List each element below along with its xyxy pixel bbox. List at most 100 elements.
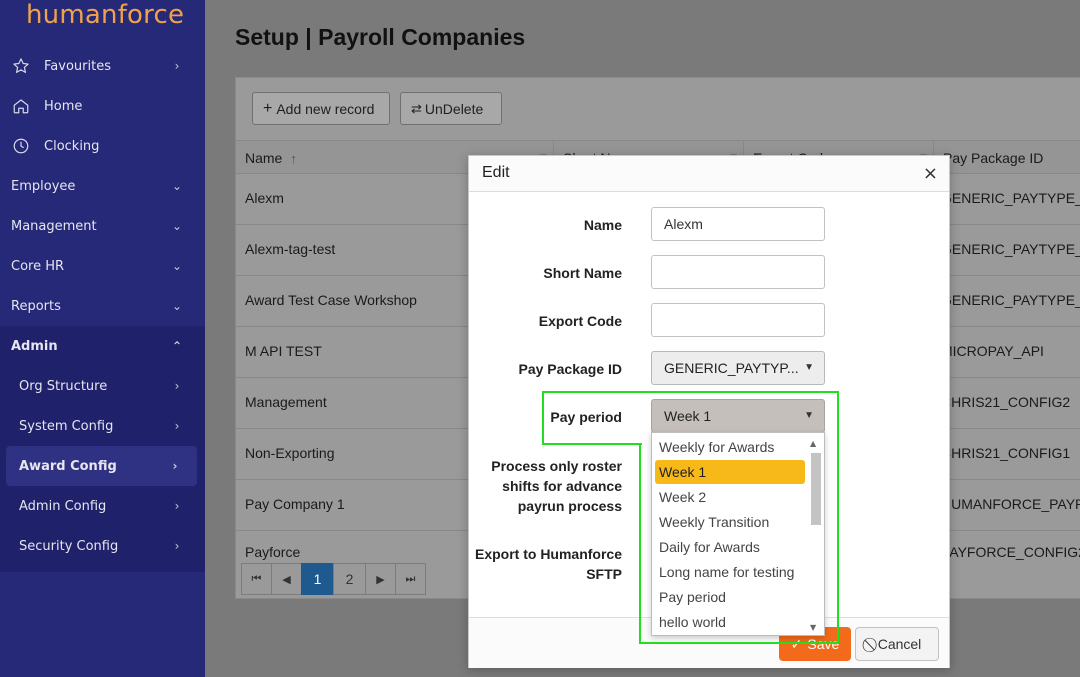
dialog-header: Edit ×	[469, 156, 949, 192]
cell-pay-package: GENERIC_PAYTYPE_D	[941, 190, 1080, 206]
sidebar-item-home[interactable]: Home	[0, 86, 205, 126]
sidebar-item-org-structure[interactable]: Org Structure ›	[0, 366, 205, 406]
sidebar-item-reports[interactable]: Reports ⌄	[0, 286, 205, 326]
chevron-right-icon: ›	[174, 499, 180, 513]
page-button-1[interactable]: 1	[301, 563, 334, 595]
first-page-button[interactable]: ⏮	[241, 563, 272, 595]
sidebar-item-label: Award Config	[19, 458, 117, 474]
pay-package-value: GENERIC_PAYTYP...	[664, 360, 799, 376]
short-name-field[interactable]	[651, 255, 825, 289]
process-roster-label-line: payrun process	[517, 498, 622, 514]
sidebar-item-label: Core HR	[11, 258, 65, 274]
home-icon	[10, 95, 32, 117]
sidebar-item-label: Home	[44, 98, 83, 114]
sidebar-item-label: Management	[11, 218, 97, 234]
prev-page-button[interactable]: ◀	[271, 563, 302, 595]
sidebar-item-clocking[interactable]: Clocking	[0, 126, 205, 166]
export-code-label: Export Code	[538, 313, 622, 329]
sidebar-item-system-config[interactable]: System Config ›	[0, 406, 205, 446]
chevron-up-icon: ⌃	[171, 339, 183, 353]
next-page-button[interactable]: ▶	[365, 563, 396, 595]
chevron-down-icon: ⌄	[171, 299, 183, 313]
column-label: Name	[245, 150, 283, 166]
last-page-button[interactable]: ⏭	[395, 563, 426, 595]
add-label: Add new record	[276, 100, 375, 117]
star-icon	[10, 55, 32, 77]
sidebar-item-label: Employee	[11, 178, 76, 194]
cell-name: Alexm-tag-test	[245, 241, 336, 257]
cell-pay-package: PAYFORCE_CONFIG2	[941, 544, 1080, 560]
sidebar-item-employee[interactable]: Employee ⌄	[0, 166, 205, 206]
cell-name: Award Test Case Workshop	[245, 292, 417, 308]
process-roster-label-line: Process only roster	[491, 458, 622, 474]
sidebar-item-label: Org Structure	[19, 378, 108, 394]
cell-pay-package: MICROPAY_API	[941, 343, 1044, 359]
cell-pay-package: GENERIC_PAYTYPE_D	[941, 241, 1080, 257]
page-button-2[interactable]: 2	[333, 563, 366, 595]
cell-pay-package: HUMANFORCE_PAYR	[941, 496, 1080, 512]
chevron-down-icon: ⌄	[171, 179, 183, 193]
cell-name: Management	[245, 394, 327, 410]
cell-name: Pay Company 1	[245, 496, 345, 512]
name-label: Name	[583, 217, 622, 233]
sidebar-item-label: Favourites	[44, 58, 111, 74]
undelete-label: UnDelete	[424, 100, 484, 117]
chevron-right-icon: ›	[172, 459, 178, 473]
sidebar-item-management[interactable]: Management ⌄	[0, 206, 205, 246]
sidebar-item-favourites[interactable]: Favourites ›	[0, 46, 205, 86]
cell-name: M API TEST	[245, 343, 322, 359]
sidebar-item-label: Reports	[11, 298, 61, 314]
clock-icon	[10, 135, 32, 157]
sidebar-item-label: Security Config	[19, 538, 119, 554]
column-label: Pay Package ID	[943, 150, 1044, 166]
chevron-right-icon: ›	[174, 59, 180, 73]
short-name-label: Short Name	[543, 265, 622, 281]
close-icon[interactable]: ×	[923, 163, 938, 184]
sidebar-item-admin[interactable]: Admin ⌃	[0, 326, 205, 366]
chevron-right-icon: ›	[174, 379, 180, 393]
name-field[interactable]: Alexm	[651, 207, 825, 241]
dialog-title: Edit	[482, 164, 510, 181]
sidebar-item-award-config[interactable]: Award Config ›	[6, 446, 197, 486]
page-title: Setup | Payroll Companies	[235, 24, 526, 50]
cancel-button[interactable]: ⃠ Cancel	[855, 627, 939, 661]
sort-ascending-icon: ↑	[290, 151, 297, 166]
pager: ⏮ ◀ 1 2 ▶ ⏭	[241, 563, 426, 595]
sidebar-item-security-config[interactable]: Security Config ›	[0, 526, 205, 566]
process-roster-label-line: shifts for advance	[502, 478, 622, 494]
cell-name: Non-Exporting	[245, 445, 335, 461]
export-code-field[interactable]	[651, 303, 825, 337]
chevron-right-icon: ›	[174, 419, 180, 433]
column-header-pay-package-id[interactable]: Pay Package ID	[934, 141, 1080, 175]
highlight-box-top	[542, 391, 839, 445]
highlight-box-notch	[542, 443, 642, 445]
highlight-box-bottom	[639, 443, 839, 644]
export-sftp-label-line: SFTP	[586, 566, 622, 582]
logo: humanforce	[26, 0, 185, 30]
process-roster-label: Process only roster shifts for advance p…	[491, 456, 622, 516]
cell-name: Alexm	[245, 190, 284, 206]
chevron-down-icon: ⌄	[171, 219, 183, 233]
sidebar-item-label: Clocking	[44, 138, 100, 154]
chevron-down-icon: ⌄	[171, 259, 183, 273]
plus-icon: +	[263, 99, 273, 117]
cell-pay-package: GENERIC_PAYTYPE_D	[941, 292, 1080, 308]
pay-package-select[interactable]: GENERIC_PAYTYP... ▼	[651, 351, 825, 385]
sidebar-item-core-hr[interactable]: Core HR ⌄	[0, 246, 205, 286]
sidebar-item-label: Admin	[11, 338, 58, 354]
export-sftp-label-line: Export to Humanforce	[474, 546, 622, 562]
sidebar-item-label: Admin Config	[19, 498, 107, 514]
cell-pay-package: CHRIS21_CONFIG1	[941, 445, 1071, 461]
sidebar-item-label: System Config	[19, 418, 114, 434]
pay-package-label: Pay Package ID	[518, 361, 622, 377]
sidebar-item-admin-config[interactable]: Admin Config ›	[0, 486, 205, 526]
chevron-right-icon: ›	[174, 539, 180, 553]
add-new-record-button[interactable]: + Add new record	[252, 92, 390, 125]
caret-down-icon: ▼	[804, 362, 814, 373]
cancel-label: Cancel	[877, 636, 922, 652]
swap-icon: ⇄	[411, 100, 422, 116]
sidebar: humanforce Favourites › Home Clocking Em…	[0, 0, 205, 677]
cell-pay-package: CHRIS21_CONFIG2	[941, 394, 1071, 410]
export-sftp-label: Export to Humanforce SFTP	[475, 544, 622, 584]
undelete-button[interactable]: ⇄ UnDelete	[400, 92, 502, 125]
